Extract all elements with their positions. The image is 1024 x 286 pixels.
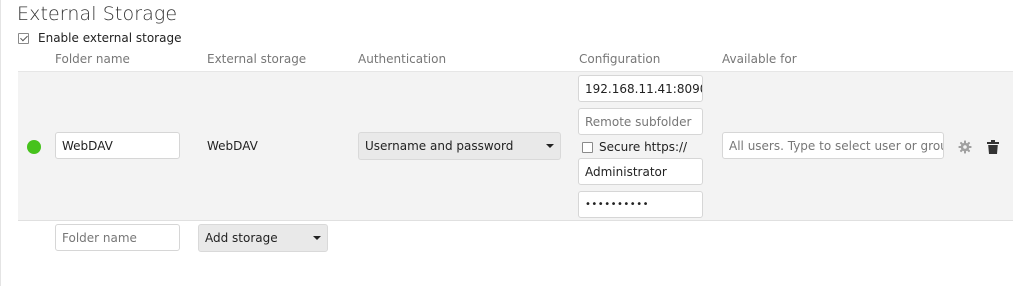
trash-icon[interactable] xyxy=(986,139,1000,155)
enable-checkbox[interactable] xyxy=(18,32,29,44)
enable-label: Enable external storage xyxy=(38,31,182,45)
secure-https-label: Secure https:// xyxy=(599,140,688,154)
password-input[interactable]: •••••••••• xyxy=(578,191,703,218)
status-indicator xyxy=(27,140,41,154)
gear-icon[interactable] xyxy=(957,139,973,155)
remote-subfolder-input[interactable]: Remote subfolder xyxy=(578,108,703,135)
enable-external-storage-toggle[interactable]: Enable external storage xyxy=(18,31,181,45)
new-folder-name-input[interactable]: Folder name xyxy=(55,224,180,251)
column-configuration: Configuration xyxy=(579,52,661,66)
add-storage-select[interactable]: Add storage xyxy=(198,224,328,252)
column-external-storage: External storage xyxy=(207,52,307,66)
left-divider xyxy=(0,0,1,286)
host-input[interactable]: 192.168.11.41:8090 xyxy=(578,75,703,102)
page-title: External Storage xyxy=(17,3,178,25)
available-for-input[interactable]: All users. Type to select user or group. xyxy=(722,132,944,159)
column-folder-name: Folder name xyxy=(55,52,130,66)
chevron-down-icon xyxy=(313,236,321,240)
folder-name-input[interactable]: WebDAV xyxy=(55,132,180,159)
storage-type: WebDAV xyxy=(207,139,258,153)
secure-https-checkbox[interactable] xyxy=(582,141,593,153)
username-input[interactable]: Administrator xyxy=(578,158,703,185)
authentication-select[interactable]: Username and password xyxy=(358,132,561,160)
add-storage-label: Add storage xyxy=(205,231,278,245)
chevron-down-icon xyxy=(546,144,554,148)
column-authentication: Authentication xyxy=(358,52,447,66)
authentication-value: Username and password xyxy=(365,139,514,153)
column-available-for: Available for xyxy=(722,52,797,66)
secure-https-toggle[interactable]: Secure https:// xyxy=(582,140,687,154)
